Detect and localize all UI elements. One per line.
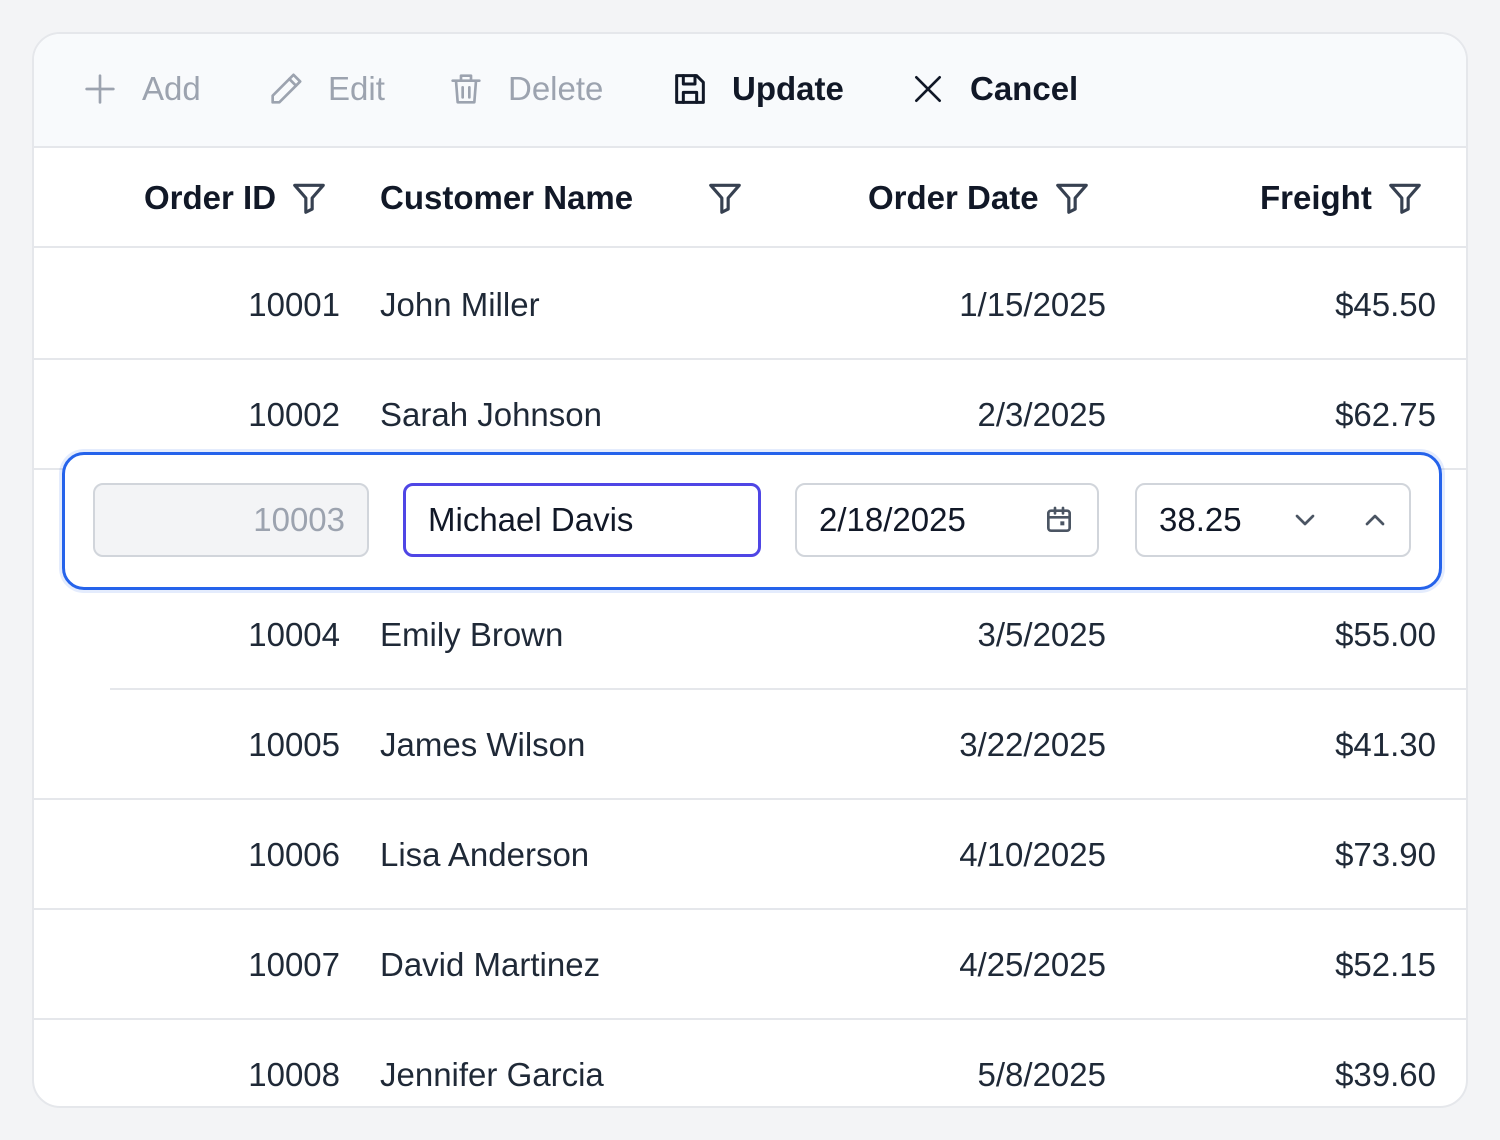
grid-header: Order ID Customer Name Order Date Freigh… (34, 148, 1466, 248)
customer-name-input[interactable] (428, 501, 736, 539)
cell-customer-name: Lisa Anderson (380, 836, 590, 873)
filter-icon[interactable] (290, 179, 328, 217)
add-button-label: Add (142, 70, 201, 107)
cell-freight: $55.00 (1335, 616, 1436, 653)
header-order-id[interactable]: Order ID (144, 148, 328, 248)
table-row[interactable]: 10007 David Martinez 4/25/2025 $52.15 (34, 910, 1466, 1020)
header-customer-name[interactable]: Customer Name (380, 148, 633, 248)
table-row[interactable]: 10005 James Wilson 3/22/2025 $41.30 (34, 690, 1466, 800)
header-freight-label: Freight (1260, 179, 1372, 216)
table-row[interactable]: 10001 John Miller 1/15/2025 $45.50 (34, 250, 1466, 360)
data-grid: Add Edit Delete Update Cancel Order ID C… (32, 32, 1468, 1108)
filter-icon[interactable] (1386, 179, 1424, 217)
header-order-date-label: Order Date (868, 179, 1039, 216)
delete-button-label: Delete (508, 70, 604, 107)
cell-customer-name: James Wilson (380, 726, 586, 763)
cell-freight: $45.50 (1335, 286, 1436, 323)
cell-order-date: 5/8/2025 (977, 1056, 1106, 1093)
update-button-label: Update (732, 70, 844, 107)
cell-customer-name: Emily Brown (380, 616, 564, 653)
freight-stepper (1289, 504, 1391, 536)
cell-order-id: 10004 (248, 616, 340, 653)
cell-freight: $41.30 (1335, 726, 1436, 763)
order-id-field: 10003 (93, 483, 369, 557)
cell-customer-name: Jennifer Garcia (380, 1056, 604, 1093)
cell-freight: $39.60 (1335, 1056, 1436, 1093)
header-order-id-label: Order ID (144, 179, 277, 216)
cell-order-date: 1/15/2025 (959, 286, 1106, 323)
chevron-up-icon[interactable] (1359, 504, 1391, 536)
add-button[interactable]: Add (80, 64, 201, 114)
cancel-button-label: Cancel (970, 70, 1079, 107)
filter-icon[interactable] (706, 179, 744, 217)
trash-icon (451, 74, 481, 104)
header-customer-name-filter[interactable] (706, 148, 744, 248)
filter-icon[interactable] (1053, 179, 1091, 217)
cell-order-id: 10007 (248, 946, 340, 983)
cell-order-id: 10005 (248, 726, 340, 763)
cell-customer-name: David Martinez (380, 946, 601, 983)
edit-row: 10003 (62, 452, 1442, 590)
cell-freight: $52.15 (1335, 946, 1436, 983)
customer-name-field[interactable] (403, 483, 761, 557)
cell-freight: $73.90 (1335, 836, 1436, 873)
cell-order-date: 4/10/2025 (959, 836, 1106, 873)
edit-button[interactable]: Edit (266, 64, 385, 114)
delete-button[interactable]: Delete (446, 64, 603, 114)
header-order-date[interactable]: Order Date (868, 148, 1091, 248)
cell-order-date: 3/5/2025 (977, 616, 1106, 653)
cell-customer-name: John Miller (380, 286, 540, 323)
edit-button-label: Edit (328, 70, 385, 107)
table-row[interactable]: 10008 Jennifer Garcia 5/8/2025 $39.60 (34, 1020, 1466, 1106)
cell-order-date: 3/22/2025 (959, 726, 1106, 763)
grid-toolbar: Add Edit Delete Update Cancel (34, 34, 1466, 148)
pencil-icon (271, 73, 302, 104)
update-button[interactable]: Update (670, 64, 844, 114)
plus-icon (85, 74, 115, 104)
calendar-icon[interactable] (1043, 504, 1075, 536)
header-freight[interactable]: Freight (1260, 148, 1424, 248)
order-date-input[interactable] (819, 501, 1043, 539)
close-icon (915, 76, 941, 102)
order-id-value: 10003 (253, 501, 345, 538)
table-row[interactable]: 10004 Emily Brown 3/5/2025 $55.00 (34, 580, 1466, 690)
table-row[interactable]: 10006 Lisa Anderson 4/10/2025 $73.90 (34, 800, 1466, 910)
order-date-field[interactable] (795, 483, 1099, 557)
freight-field[interactable] (1135, 483, 1411, 557)
cell-order-id: 10008 (248, 1056, 340, 1093)
chevron-down-icon[interactable] (1289, 504, 1321, 536)
cancel-button[interactable]: Cancel (908, 64, 1078, 114)
save-icon (675, 74, 705, 104)
cell-order-date: 4/25/2025 (959, 946, 1106, 983)
header-customer-name-label: Customer Name (380, 179, 634, 216)
freight-input[interactable] (1159, 501, 1269, 539)
cell-order-id: 10001 (248, 286, 340, 323)
cell-order-id: 10006 (248, 836, 340, 873)
